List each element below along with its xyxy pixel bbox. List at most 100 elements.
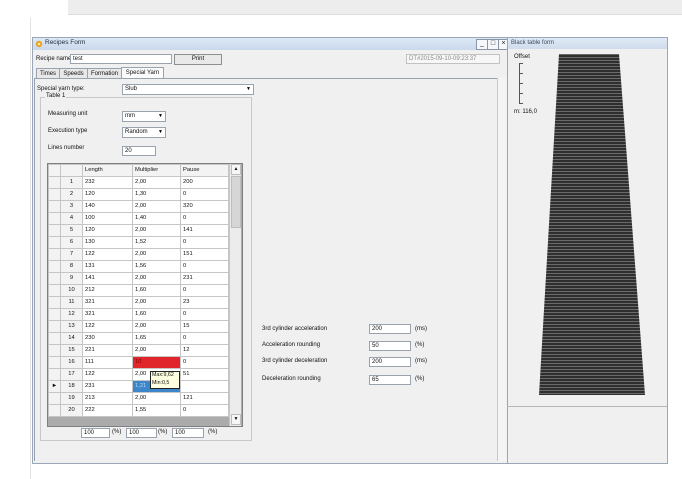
- cell-length[interactable]: 131: [82, 260, 133, 273]
- row-header[interactable]: [48, 368, 61, 381]
- cell-multiplier[interactable]: 2,00: [132, 272, 181, 285]
- cell-pause[interactable]: 231: [180, 272, 229, 285]
- table-row[interactable]: 13 122 2,00 15: [48, 320, 229, 333]
- execution-type-select[interactable]: Random ▼: [122, 127, 166, 138]
- cell-number[interactable]: 4: [60, 212, 83, 225]
- cell-multiplier[interactable]: 2,00: [132, 320, 181, 333]
- cell-pause[interactable]: 0: [180, 332, 229, 345]
- scroll-down-icon[interactable]: ▼: [231, 414, 241, 425]
- cell-pause[interactable]: [180, 380, 229, 393]
- table-row[interactable]: 2 120 1,30 0: [48, 188, 229, 201]
- cell-pause[interactable]: 0: [180, 188, 229, 201]
- cell-length[interactable]: 100: [82, 212, 133, 225]
- special-yarn-type-select[interactable]: Slub ▼: [122, 84, 254, 95]
- title-bar[interactable]: Recipes Form _ □ ×: [33, 38, 509, 50]
- cell-pause[interactable]: 141: [180, 224, 229, 237]
- cell-pause[interactable]: 0: [180, 236, 229, 249]
- cell-length[interactable]: 122: [82, 368, 133, 381]
- row-header[interactable]: [48, 308, 61, 321]
- cell-number[interactable]: 13: [60, 320, 83, 333]
- cell-number[interactable]: 9: [60, 272, 83, 285]
- cell-length[interactable]: 230: [82, 332, 133, 345]
- deceleration-rounding-input[interactable]: 65: [369, 375, 411, 385]
- row-header[interactable]: [48, 332, 61, 345]
- page-scrollbar[interactable]: [497, 78, 506, 461]
- cylinder-acceleration-input[interactable]: 200: [369, 324, 411, 334]
- cell-multiplier[interactable]: 1,65: [132, 332, 181, 345]
- cell-pause[interactable]: 0: [180, 308, 229, 321]
- cell-multiplier[interactable]: 1,60: [132, 308, 181, 321]
- cell-multiplier[interactable]: 2,00: [132, 392, 181, 405]
- cell-number[interactable]: 2: [60, 188, 83, 201]
- acceleration-rounding-input[interactable]: 50: [369, 341, 411, 351]
- cell-pause[interactable]: 151: [180, 248, 229, 261]
- table-row[interactable]: 10 212 1,60 0: [48, 284, 229, 297]
- lines-number-input[interactable]: 20: [122, 146, 156, 156]
- cell-pause[interactable]: 121: [180, 392, 229, 405]
- table-row[interactable]: 4 100 1,40 0: [48, 212, 229, 225]
- row-header[interactable]: [48, 344, 61, 357]
- cell-pause[interactable]: 0: [180, 212, 229, 225]
- measuring-unit-select[interactable]: mm ▼: [122, 111, 166, 122]
- cell-length[interactable]: 222: [82, 404, 133, 417]
- cell-pause[interactable]: 23: [180, 296, 229, 309]
- cell-multiplier[interactable]: 1,30: [132, 188, 181, 201]
- cell-length[interactable]: 120: [82, 188, 133, 201]
- table-row[interactable]: 7 122 2,00 151: [48, 248, 229, 261]
- cell-length[interactable]: 321: [82, 308, 133, 321]
- cell-number[interactable]: 6: [60, 236, 83, 249]
- recipe-name-input[interactable]: test: [70, 54, 172, 64]
- table-row[interactable]: 1 232 2,00 200: [48, 176, 229, 189]
- cell-number[interactable]: 8: [60, 260, 83, 273]
- row-header[interactable]: [48, 356, 61, 369]
- cell-number[interactable]: 17: [60, 368, 83, 381]
- row-header[interactable]: [48, 404, 61, 417]
- cell-pause[interactable]: 51: [180, 368, 229, 381]
- column-header-length[interactable]: Length: [82, 164, 133, 177]
- cell-length[interactable]: 122: [82, 320, 133, 333]
- print-button[interactable]: Print: [174, 54, 222, 65]
- cell-multiplier[interactable]: 2,00: [132, 248, 181, 261]
- cell-length[interactable]: 130: [82, 236, 133, 249]
- row-header[interactable]: [48, 224, 61, 237]
- cell-number[interactable]: 15: [60, 344, 83, 357]
- row-header[interactable]: [48, 260, 61, 273]
- column-header-multiplier[interactable]: Multiplier: [132, 164, 181, 177]
- cell-number[interactable]: 3: [60, 200, 83, 213]
- table-row[interactable]: 15 221 2,00 12: [48, 344, 229, 357]
- cell-length[interactable]: 212: [82, 284, 133, 297]
- table-row[interactable]: 12 321 1,60 0: [48, 308, 229, 321]
- cell-pause[interactable]: 0: [180, 260, 229, 273]
- table-row[interactable]: 20 222 1,55 0: [48, 404, 229, 417]
- cell-number[interactable]: 18: [60, 380, 83, 393]
- table-row[interactable]: 19 213 2,00 121: [48, 392, 229, 405]
- current-row-marker[interactable]: ►: [48, 380, 61, 393]
- cell-multiplier[interactable]: 1,40: [132, 212, 181, 225]
- cell-multiplier[interactable]: 1,56: [132, 260, 181, 273]
- cell-number[interactable]: 10: [60, 284, 83, 297]
- cell-length[interactable]: 232: [82, 176, 133, 189]
- table-row[interactable]: 14 230 1,65 0: [48, 332, 229, 345]
- row-header[interactable]: [48, 392, 61, 405]
- multiplier-percent-input[interactable]: 100: [126, 428, 157, 438]
- cell-multiplier[interactable]: 2,00: [132, 344, 181, 357]
- row-header[interactable]: [48, 284, 61, 297]
- column-header-pause[interactable]: Pause: [180, 164, 229, 177]
- cell-number[interactable]: 7: [60, 248, 83, 261]
- cell-length[interactable]: 111: [82, 356, 133, 369]
- cylinder-deceleration-input[interactable]: 200: [369, 357, 411, 367]
- row-header[interactable]: [48, 248, 61, 261]
- cell-multiplier[interactable]: 2,00: [132, 200, 181, 213]
- cell-number[interactable]: 20: [60, 404, 83, 417]
- cell-number[interactable]: 5: [60, 224, 83, 237]
- table-row[interactable]: 17 122 2,00 51: [48, 368, 229, 381]
- cell-pause[interactable]: 200: [180, 176, 229, 189]
- cell-pause[interactable]: 0: [180, 284, 229, 297]
- row-header[interactable]: [48, 272, 61, 285]
- row-header[interactable]: [48, 176, 61, 189]
- table-row[interactable]: 3 140 2,00 320: [48, 200, 229, 213]
- cell-pause[interactable]: 0: [180, 404, 229, 417]
- cell-length[interactable]: 140: [82, 200, 133, 213]
- cell-pause[interactable]: 15: [180, 320, 229, 333]
- row-header[interactable]: [48, 296, 61, 309]
